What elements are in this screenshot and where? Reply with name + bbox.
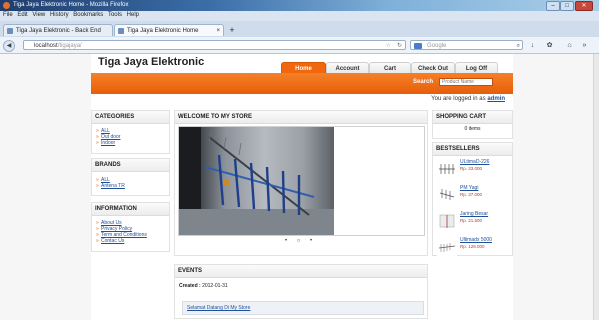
brands-title: BRANDS [92, 159, 169, 172]
event-created: Created : 2012-01-31 [179, 283, 228, 289]
browser-viewport: Tiga Jaya Elektronic Home Account Cart C… [0, 54, 599, 320]
maximize-button[interactable]: □ [560, 1, 574, 11]
shopping-cart-panel: SHOPPING CART 0 items [432, 110, 513, 139]
information-panel: INFORMATION » About Us » Privacy Policy … [91, 202, 170, 252]
menu-tools[interactable]: Tools [108, 12, 122, 18]
product-name-link[interactable]: PM Yagi [460, 185, 478, 191]
menu-overflow-icon[interactable]: » [580, 41, 589, 50]
product-price: Rp. 128.000 [460, 244, 485, 249]
slideshow-pager[interactable]: • ○ • [285, 238, 316, 244]
page-favicon-icon [7, 28, 13, 34]
product-price: Rp. 21.500 [460, 218, 483, 223]
addon-icon[interactable]: ✿ [545, 41, 554, 50]
header-bar: Search [91, 73, 513, 94]
address-bar[interactable]: localhost/tigajaya/ ☆ ↻ [23, 40, 406, 50]
categories-title: CATEGORIES [92, 111, 169, 124]
events-title: EVENTS [175, 265, 427, 278]
search-icon[interactable]: ⌕ [517, 41, 520, 51]
product-thumbnail [437, 186, 457, 204]
antenna-image [179, 127, 334, 235]
bullet-icon: » [96, 183, 99, 189]
close-window-button[interactable]: ✕ [575, 1, 593, 11]
menu-bookmarks[interactable]: Bookmarks [73, 12, 103, 18]
menu-help[interactable]: Help [127, 12, 139, 18]
product-name-link[interactable]: Ultimadx 5000 [460, 237, 492, 243]
shopping-cart-title: SHOPPING CART [433, 111, 512, 124]
download-icon[interactable]: ↓ [528, 41, 537, 50]
information-title: INFORMATION [92, 203, 169, 216]
firefox-icon [3, 2, 10, 9]
categories-panel: CATEGORIES » ALL » Out door » Indoor [91, 110, 170, 154]
url-path: /tigajaya/ [57, 43, 82, 49]
back-button[interactable]: ◀ [3, 40, 15, 52]
product-name-link[interactable]: Jaring Besar [460, 211, 488, 217]
tab-back-end-store[interactable]: Tiga Jaya Elektronic - Back End Store ..… [3, 24, 113, 46]
bestsellers-panel: BESTSELLERS ULtimaD-226 Rp. 33.000 PM Ya… [432, 142, 513, 256]
product-thumbnail [437, 238, 457, 256]
menu-edit[interactable]: Edit [17, 12, 27, 18]
logged-in-user-link[interactable]: admin [487, 96, 505, 102]
menu-view[interactable]: View [32, 12, 45, 18]
search-label: Search [413, 79, 434, 85]
bestseller-item[interactable]: PM Yagi Rp. 37.000 [433, 183, 513, 209]
product-thumbnail [437, 160, 457, 178]
product-slideshow[interactable] [178, 126, 425, 236]
created-label: Created : [179, 283, 201, 289]
slide-photo [179, 127, 334, 235]
events-panel: EVENTS Created : 2012-01-31 Selamat Data… [174, 264, 428, 319]
tab-strip: Tiga Jaya Elektronic - Back End Store ..… [0, 21, 599, 46]
url-host: localhost [34, 43, 58, 49]
product-name-link[interactable]: ULtimaD-226 [460, 159, 489, 165]
info-link-contact[interactable]: Contac Us [101, 238, 124, 244]
bestseller-item[interactable]: Jaring Besar Rp. 21.500 [433, 209, 513, 235]
search-engine-box[interactable]: Google ⌕ [410, 40, 523, 50]
vertical-scrollbar[interactable] [593, 54, 599, 320]
menu-history[interactable]: History [50, 12, 69, 18]
cart-count[interactable]: 0 items [433, 126, 512, 132]
search-engine-placeholder: Google [427, 43, 447, 49]
product-search-input[interactable] [439, 78, 493, 86]
window-titlebar: Tiga Jaya Elektronic Home - Mozilla Fire… [0, 0, 599, 11]
bookmark-star-icon[interactable]: ☆ [386, 41, 391, 51]
site-brand[interactable]: Tiga Jaya Elektronic [98, 56, 204, 68]
reload-icon[interactable]: ↻ [397, 41, 402, 51]
welcome-panel: WELCOME TO MY STORE • ○ • [174, 110, 428, 256]
tab-home[interactable]: Tiga Jaya Elektronic Home × [114, 24, 224, 36]
home-icon[interactable]: ⌂ [565, 41, 574, 50]
minimize-button[interactable]: – [546, 1, 560, 11]
bestsellers-title: BESTSELLERS [433, 143, 512, 156]
close-tab-icon[interactable]: × [216, 25, 220, 37]
window-title: Tiga Jaya Elektronic Home - Mozilla Fire… [13, 2, 129, 8]
welcome-title: WELCOME TO MY STORE [175, 111, 427, 124]
created-date: 2012-01-31 [202, 283, 228, 289]
brand-link-antena-tr[interactable]: Antena TR [101, 183, 125, 189]
bestseller-item[interactable]: Ultimadx 5000 Rp. 128.000 [433, 235, 513, 261]
store-page: Tiga Jaya Elektronic Home Account Cart C… [91, 54, 513, 320]
bestseller-item[interactable]: ULtimaD-226 Rp. 33.000 [433, 157, 513, 183]
tab-label: Tiga Jaya Elektronic Home [127, 28, 199, 34]
product-price: Rp. 37.000 [460, 192, 483, 197]
menu-bar: File Edit View History Bookmarks Tools H… [0, 11, 599, 21]
product-price: Rp. 33.000 [460, 166, 483, 171]
bullet-icon: » [96, 140, 99, 146]
product-thumbnail [437, 212, 457, 230]
bullet-icon: » [96, 238, 99, 244]
brands-panel: BRANDS » ALL » Antena TR [91, 158, 170, 196]
login-status: You are logged in as admin [431, 96, 505, 102]
category-link-indoor[interactable]: Indoor [101, 140, 115, 146]
new-tab-button[interactable]: + [227, 25, 237, 35]
menu-file[interactable]: File [3, 12, 13, 18]
event-item[interactable]: Selamat Datang Di My Store [182, 301, 424, 315]
navigation-bar: ◀ localhost/tigajaya/ ☆ ↻ Google ⌕ ↓ ✿ ⌂… [0, 37, 599, 54]
login-status-text: You are logged in as [431, 96, 486, 102]
google-logo-icon [414, 43, 422, 49]
event-link[interactable]: Selamat Datang Di My Store [187, 305, 250, 311]
page-favicon-icon [118, 28, 124, 34]
